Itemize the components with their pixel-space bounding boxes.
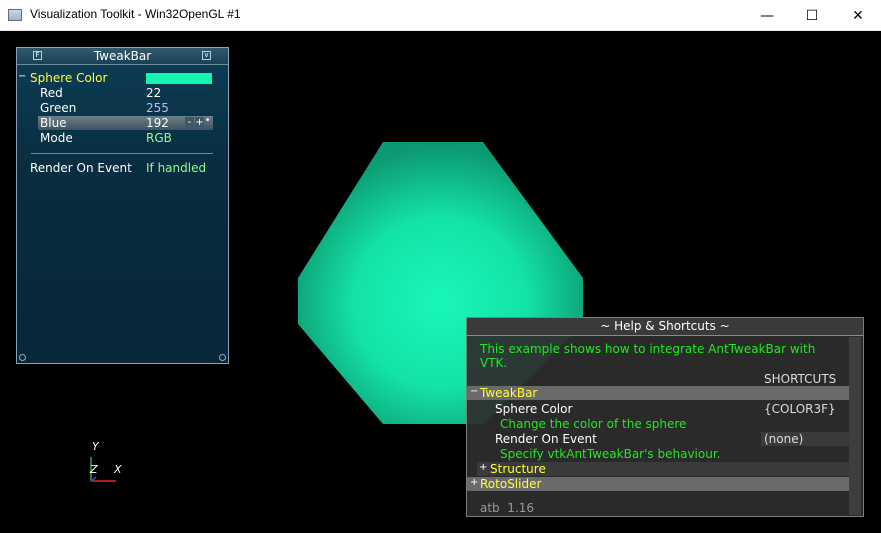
structure-group-row[interactable]: + Structure (477, 462, 849, 476)
separator (31, 153, 213, 154)
expand-icon[interactable]: + (479, 462, 487, 473)
render-on-event-label: Render On Event (30, 161, 132, 175)
corner-handle-icon[interactable] (19, 354, 26, 361)
tweakbar-title: TweakBar (93, 49, 152, 63)
blue-value[interactable]: 192 (146, 116, 169, 130)
minimize-button[interactable]: — (744, 0, 790, 31)
render-on-event-row[interactable]: Render On Event If handled (17, 161, 228, 176)
sphere-color-item: Sphere Color (495, 402, 573, 416)
mode-label: Mode (40, 131, 73, 145)
increment-button[interactable]: + (195, 117, 204, 128)
collapse-icon[interactable]: − (470, 386, 478, 397)
x-axis-label: X (114, 463, 122, 476)
collapse-icon[interactable]: − (18, 71, 26, 82)
intro-line-1: This example shows how to integrate AntT… (480, 342, 816, 356)
decrement-button[interactable]: - (185, 117, 194, 128)
green-value[interactable]: 255 (146, 101, 169, 115)
render-on-event-item: Render On Event (495, 432, 597, 446)
blue-row[interactable]: Blue 192 - + • (17, 116, 228, 131)
blue-label: Blue (40, 116, 67, 130)
tweakbar-group-label: TweakBar (480, 386, 538, 400)
resize-handle-icon[interactable] (219, 354, 226, 361)
render-viewport[interactable]: F TweakBar v − Sphere Color Red 22 Green… (0, 31, 881, 533)
tweakbar-group-row[interactable]: − TweakBar (467, 386, 849, 400)
red-label: Red (40, 86, 63, 100)
app-icon (8, 9, 22, 21)
scrollbar[interactable] (849, 337, 861, 515)
expand-icon[interactable]: + (470, 477, 478, 488)
version-footer: atb 1.16 (480, 501, 535, 515)
sphere-color-desc: Change the color of the sphere (500, 417, 687, 431)
iconify-icon[interactable]: v (202, 51, 211, 60)
z-axis-label: Z (90, 463, 98, 476)
structure-label: Structure (490, 462, 546, 476)
y-axis-label: Y (92, 440, 99, 453)
green-label: Green (40, 101, 77, 115)
sphere-color-label: Sphere Color (30, 71, 108, 85)
close-button[interactable]: ✕ (835, 0, 881, 31)
window-title-bar: Visualization Toolkit - Win32OpenGL #1 —… (0, 0, 881, 31)
orientation-axes: Y Z X (82, 440, 132, 488)
rotoslider-label: RotoSlider (480, 477, 542, 491)
intro-line-2: VTK. (480, 356, 508, 370)
red-row[interactable]: Red 22 (17, 86, 228, 101)
render-on-event-value[interactable]: If handled (146, 161, 206, 175)
help-title: ~ Help & Shortcuts ~ (467, 318, 863, 336)
more-icon[interactable]: • (205, 116, 210, 126)
rotoslider-group-row[interactable]: + RotoSlider (467, 477, 849, 491)
red-value[interactable]: 22 (146, 86, 161, 100)
render-on-event-desc: Specify vtkAntTweakBar's behaviour. (500, 447, 721, 461)
mode-row[interactable]: Mode RGB (17, 131, 228, 146)
green-row[interactable]: Green 255 (17, 101, 228, 116)
sphere-color-shortcut: {COLOR3F} (764, 402, 836, 416)
window-title: Visualization Toolkit - Win32OpenGL #1 (30, 7, 241, 21)
shortcuts-header: SHORTCUTS (764, 372, 837, 386)
maximize-button[interactable]: ☐ (789, 0, 835, 31)
sphere-color-row[interactable]: − Sphere Color (17, 71, 228, 86)
mode-value[interactable]: RGB (146, 131, 172, 145)
render-on-event-shortcut: (none) (764, 432, 804, 446)
color-swatch[interactable] (146, 73, 212, 84)
tweakbar-panel[interactable]: F TweakBar v − Sphere Color Red 22 Green… (16, 47, 229, 364)
tweakbar-header[interactable]: F TweakBar v (17, 48, 228, 65)
help-shortcuts-panel[interactable]: ~ Help & Shortcuts ~ This example shows … (466, 317, 864, 517)
